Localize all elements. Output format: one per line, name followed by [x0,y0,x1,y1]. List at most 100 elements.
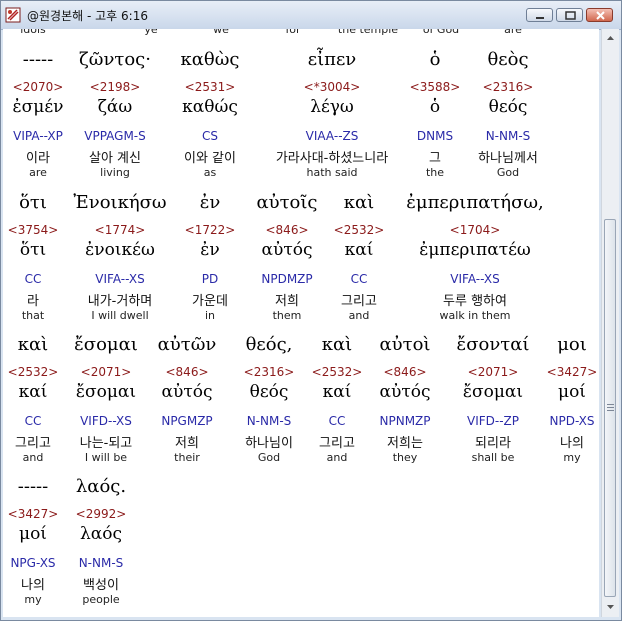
word-kor: 나는-되고 [79,436,133,451]
word-lemma: καί [344,240,374,260]
word-parse: CC [24,272,42,286]
word-lemma: λέγω [310,97,354,117]
word-greek[interactable]: θεὸς [487,49,528,70]
word-strong[interactable]: <2992> [76,507,127,521]
word-strong[interactable]: <2316> [244,365,295,379]
word-lemma: ἔσομαι [462,382,524,402]
word-lemma: θεός [249,382,289,402]
maximize-button[interactable] [556,8,583,22]
word-greek[interactable]: ἐμπεριπατήσω, [406,192,544,213]
word-greek[interactable]: ἔσομαι [74,334,138,355]
word-greek[interactable]: μοι [557,334,587,355]
word-parse: CS [202,129,218,143]
word-strong[interactable]: <1774> [95,223,146,237]
word-strong[interactable]: <1704> [450,223,501,237]
word-eng: I will be [84,451,128,464]
word-parse: N-NM-S [246,414,292,428]
word-parse: CC [328,414,346,428]
word-strong[interactable]: <*3004> [304,80,361,94]
word-lemma: ἐσμέν [12,97,64,117]
word-parse: CC [350,272,368,286]
word-strong[interactable]: <2532> [8,365,59,379]
word-kor: 이와 같이 [184,151,236,166]
word-kor: 라 [27,294,39,309]
word-greek[interactable]: ζῶντος· [79,49,151,70]
word-strong[interactable]: <2070> [13,80,64,94]
partial-english-gloss: ye [144,29,158,36]
word-strong[interactable]: <3754> [8,223,59,237]
word-greek[interactable]: λαός. [76,476,126,497]
word-greek[interactable]: ----- [23,49,53,70]
word-strong[interactable]: <2532> [334,223,385,237]
minimize-button[interactable] [526,8,553,22]
word-strong[interactable]: <2198> [90,80,141,94]
word-greek[interactable]: ὁ [430,49,441,70]
word-greek[interactable]: εἶπεν [308,49,356,70]
word-greek[interactable]: ὅτι [19,192,47,213]
word-greek[interactable]: καθὼς [180,49,239,70]
word-kor: 나의 [560,436,584,451]
word-lemma: ἐμπεριπατέω [419,240,531,260]
word-greek[interactable]: ----- [18,476,48,497]
close-button[interactable] [586,8,613,22]
word-eng: shall be [471,451,515,464]
word-lemma: ἐν [200,240,220,260]
word-eng: they [392,451,418,464]
word-strong[interactable]: <3427> [8,507,59,521]
word-strong[interactable]: <846> [265,223,308,237]
word-lemma: ζάω [97,97,133,117]
word-greek[interactable]: καὶ [322,334,352,355]
word-strong[interactable]: <1722> [185,223,236,237]
word-strong[interactable]: <2532> [312,365,363,379]
word-parse: CC [24,414,42,428]
word-greek[interactable]: καὶ [18,334,48,355]
word-eng: walk in them [439,309,511,322]
word-strong[interactable]: <2071> [81,365,132,379]
word-strong[interactable]: <846> [165,365,208,379]
partial-english-gloss: we [213,29,229,36]
word-lemma: ὁ [429,97,441,117]
word-strong[interactable]: <846> [383,365,426,379]
word-strong[interactable]: <2531> [185,80,236,94]
vertical-scrollbar[interactable] [601,29,619,617]
word-greek[interactable]: Ἐνοικήσω [73,192,166,213]
word-kor: 살아 계신 [89,151,141,166]
word-greek[interactable]: ἐν [200,192,221,213]
word-strong[interactable]: <2071> [468,365,519,379]
word-kor: 가라사대-하셨느니라 [275,151,389,166]
word-eng: and [348,309,370,322]
word-greek[interactable]: αὐτοὶ [380,334,431,355]
word-greek[interactable]: αὐτῶν [158,334,217,355]
scroll-thumb[interactable] [604,219,616,597]
word-greek[interactable]: καὶ [344,192,374,213]
word-kor: 그리고 [341,294,377,309]
app-icon [5,7,21,23]
window-title: @원경본해 - 고후 6:16 [27,9,148,23]
word-kor: 이라 [26,151,50,166]
word-strong[interactable]: <3588> [410,80,461,94]
word-parse: PD [201,272,219,286]
word-strong[interactable]: <2316> [483,80,534,94]
partial-english-gloss: for [285,29,301,36]
partial-english-gloss: idols [20,29,46,36]
interlinear-text-area[interactable]: idols ye we for the temple of God are ----- <207… [3,29,599,617]
word-kor: 저희 [175,436,199,451]
word-eng: them [272,309,302,322]
scroll-up-arrow-icon[interactable] [603,30,618,46]
minimize-icon [536,17,544,19]
word-greek[interactable]: ἔσονταί [457,334,530,355]
word-strong[interactable]: <3427> [547,365,598,379]
word-greek[interactable]: αὐτοῖς [256,192,317,213]
word-parse: NPD-XS [549,414,595,428]
word-kor: 백성이 [83,578,119,593]
word-lemma: θεός [488,97,528,117]
word-greek[interactable]: θεός, [246,334,293,355]
partial-english-gloss: are [504,29,522,36]
word-kor: 하나님이 [245,436,293,451]
scroll-down-arrow-icon[interactable] [603,599,618,615]
word-parse: VIAA--ZS [305,129,359,143]
word-parse: NPDMZP [261,272,313,286]
word-lemma: λαός [79,524,123,544]
word-kor: 가운데 [192,294,228,309]
title-bar[interactable]: @원경본해 - 고후 6:16 [1,1,621,30]
